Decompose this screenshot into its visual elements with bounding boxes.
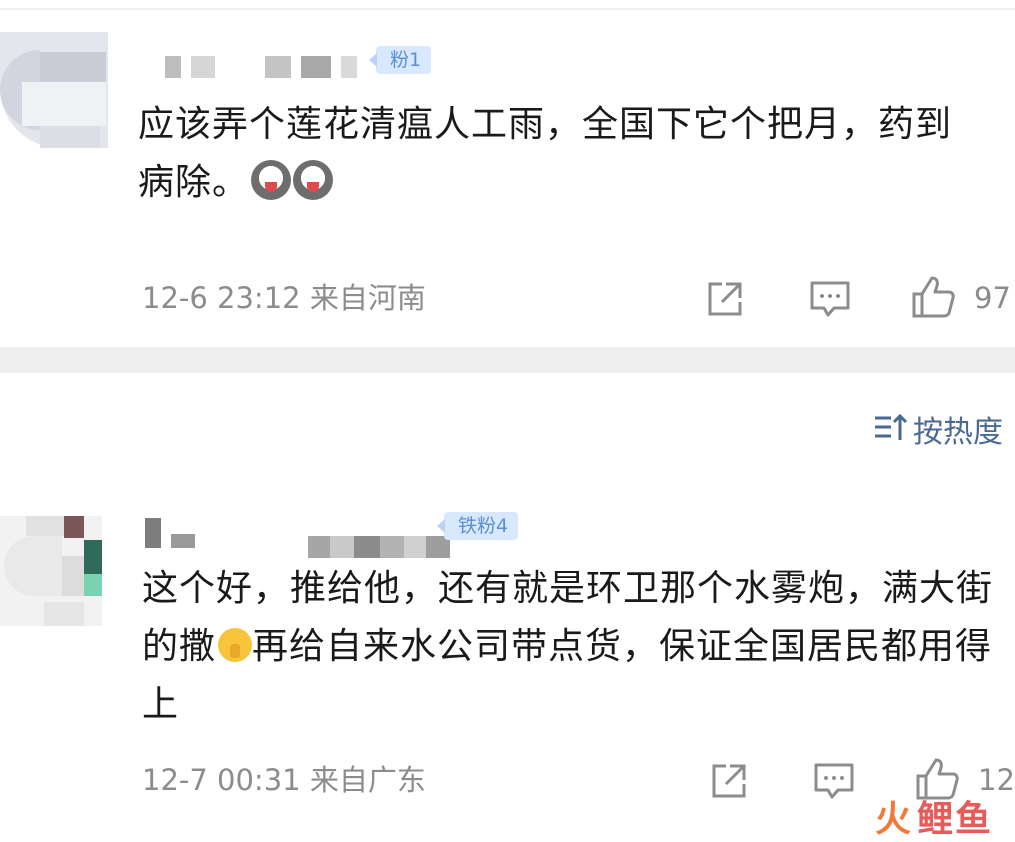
fan-level-badge: 粉1 [369, 46, 432, 74]
username-blurred[interactable] [308, 536, 450, 558]
comment-time: 12-6 23:12 [142, 281, 301, 315]
comment-location: 来自广东 [309, 763, 426, 797]
avatar[interactable] [0, 516, 102, 626]
husky-emoji-icon [251, 160, 292, 200]
section-divider [0, 347, 1015, 373]
comment-text: 这个好，推给他，还有就是环卫那个水雾炮，满大街的撒 再给自来水公司带点货，保证全国… [142, 560, 1000, 734]
badge-tip [369, 53, 377, 67]
avatar[interactable] [0, 32, 108, 148]
comment-text-part2: 再给自来水公司带点货，保证全国居民都用得上 [142, 626, 993, 725]
comment-time: 12-7 00:31 [142, 763, 301, 797]
comment-icon[interactable] [812, 760, 856, 806]
watermark-logo: 火 鲤鱼 [875, 790, 993, 842]
sort-label: 按热度 [913, 414, 1003, 450]
watermark-text: 鲤鱼 [916, 799, 993, 840]
share-icon[interactable] [704, 278, 746, 324]
thumbs-up-icon[interactable] [910, 274, 956, 324]
badge-tip [437, 519, 445, 533]
top-separator [0, 8, 1015, 10]
fan-level-label: 粉1 [390, 49, 422, 71]
username-blurred[interactable] [165, 56, 357, 78]
like-count: 97 [974, 281, 1011, 315]
husky-emoji-icon [293, 160, 334, 200]
sort-icon [873, 412, 908, 453]
comment-meta: 12-7 00:31 来自广东 [142, 762, 426, 798]
comment-text: 应该弄个莲花清瘟人工雨，全国下它个把月，药到病除。 [138, 96, 986, 212]
watermark-fire: 火 [874, 799, 913, 840]
share-icon[interactable] [708, 760, 750, 806]
username-blurred[interactable] [145, 518, 195, 548]
comment-meta: 12-6 23:12 来自河南 [142, 280, 426, 316]
fan-level-badge: 铁粉4 [437, 512, 519, 540]
sort-by-hot-button[interactable]: 按热度 [873, 412, 1003, 453]
fan-level-label: 铁粉4 [458, 515, 509, 537]
shushing-face-emoji-icon [218, 628, 253, 662]
comment-icon[interactable] [808, 278, 852, 324]
comment-location: 来自河南 [309, 281, 426, 315]
